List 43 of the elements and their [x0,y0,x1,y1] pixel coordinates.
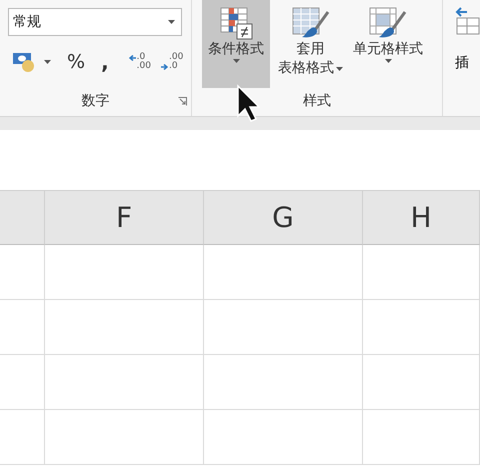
table-style-button[interactable]: 套用 表格格式 [276,0,345,88]
column-header[interactable]: F [45,191,204,245]
left-arrow-icon [128,54,136,60]
table-cell[interactable] [0,245,45,300]
number-format-dropdown[interactable]: 常规 [8,8,182,36]
table-cell[interactable] [363,300,480,355]
table-cell[interactable] [0,300,45,355]
table-cell[interactable] [45,300,204,355]
decrease-decimal-button[interactable]: .00 .0 [159,51,186,73]
column-header[interactable]: H [363,191,480,245]
table-cell[interactable] [0,355,45,410]
caret-icon [232,59,240,63]
table-cell[interactable] [45,410,204,465]
caret-icon [168,20,175,24]
group-label: 样式 [303,92,331,110]
caret-icon [44,60,51,64]
group-label: 数字 [82,92,110,110]
table-brush-icon [290,6,330,40]
currency-icon [12,51,36,73]
cell-style-button[interactable]: 单元格样式 [351,0,425,88]
table-cell[interactable] [363,245,480,300]
column-header[interactable] [0,191,45,245]
table-cell[interactable] [204,245,363,300]
comma-style-button[interactable]: , [97,50,113,74]
table-cell[interactable] [363,410,480,465]
conditional-style-button[interactable]: 条件格式 [202,0,270,88]
column-header[interactable]: G [204,191,363,245]
percent-button[interactable]: % [63,51,90,73]
caret-icon [336,66,343,70]
table-cell[interactable] [204,355,363,410]
insert-button-label[interactable]: 插 [455,54,469,72]
table-cell[interactable] [204,300,363,355]
caret-icon [384,59,392,63]
dialog-launcher-icon[interactable] [178,97,187,106]
right-arrow-icon [161,64,168,70]
increase-decimal-button[interactable]: .0 .00 [126,51,153,73]
table-cell[interactable] [204,410,363,465]
table-cell[interactable] [0,410,45,465]
conditional-format-icon [219,6,253,40]
cell-brush-icon [368,6,408,40]
table-cell[interactable] [363,355,480,410]
table-cell[interactable] [45,245,204,300]
table-cell[interactable] [45,355,204,410]
